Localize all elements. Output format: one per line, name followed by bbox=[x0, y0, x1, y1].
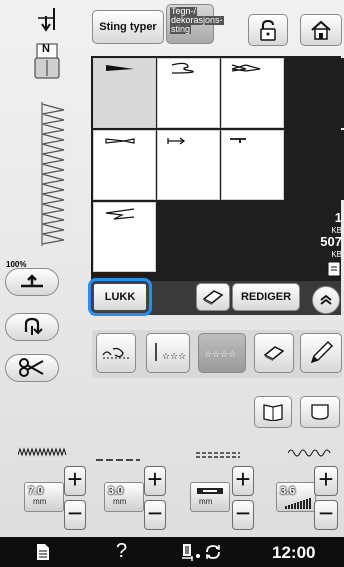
image-key-button[interactable] bbox=[96, 333, 136, 373]
length-value-display: 3.0 mm bbox=[104, 482, 144, 512]
pocket-icon bbox=[311, 404, 329, 420]
stitch-cell[interactable] bbox=[93, 202, 156, 272]
help-button[interactable]: ? bbox=[116, 540, 127, 563]
stitch-cell[interactable] bbox=[157, 130, 220, 200]
pencil-button[interactable] bbox=[300, 333, 342, 373]
stitch-cell[interactable] bbox=[93, 58, 156, 128]
width-value-display: 7.0 mm bbox=[24, 482, 64, 512]
category-line-3: sting bbox=[170, 24, 192, 34]
stitch-cell-empty bbox=[285, 58, 344, 128]
length-unit: mm bbox=[113, 497, 127, 506]
eraser-icon bbox=[263, 346, 285, 361]
home-icon bbox=[311, 20, 331, 40]
category-button[interactable]: Tegn-/ dekorasjons- sting bbox=[166, 4, 224, 44]
expand-button[interactable] bbox=[312, 286, 340, 314]
stitch-cell-empty bbox=[285, 130, 344, 200]
sync-icon[interactable] bbox=[204, 543, 222, 561]
loop-arrow-icon bbox=[24, 317, 43, 335]
stitch-types-label: Sting typer bbox=[99, 21, 157, 33]
thread-loop-icon bbox=[102, 347, 129, 359]
tension-preview-icon bbox=[196, 447, 240, 458]
edit-button[interactable]: REDIGER bbox=[232, 283, 300, 311]
pattern-eraser-button[interactable] bbox=[254, 333, 294, 373]
density-value: 3.6 bbox=[280, 485, 296, 497]
tension-unit: mm bbox=[199, 497, 213, 506]
eraser-icon bbox=[202, 290, 224, 305]
width-unit: mm bbox=[33, 497, 47, 506]
tension-value-display: mm bbox=[190, 482, 230, 512]
length-increase-button[interactable]: + bbox=[144, 466, 166, 496]
width-value: 7.0 bbox=[28, 485, 44, 497]
memory-free-value: 507 bbox=[320, 234, 342, 249]
needle-position-icon[interactable] bbox=[24, 4, 68, 38]
tension-bar-icon bbox=[197, 488, 223, 494]
eraser-button[interactable] bbox=[196, 283, 230, 311]
document-icon[interactable] bbox=[36, 543, 50, 561]
width-increase-button[interactable]: + bbox=[64, 466, 86, 496]
stitch-selection-grid bbox=[91, 56, 344, 281]
stitch-length-preview-icon bbox=[96, 450, 140, 461]
home-button[interactable] bbox=[300, 14, 342, 46]
length-value: 3.0 bbox=[108, 485, 124, 497]
tension-decrease-button[interactable]: − bbox=[232, 500, 254, 530]
lock-button[interactable] bbox=[248, 14, 288, 46]
chevron-up-icon bbox=[320, 294, 332, 305]
manual-button[interactable] bbox=[254, 396, 292, 428]
density-decrease-button[interactable]: − bbox=[314, 500, 338, 530]
density-level-icon bbox=[285, 498, 311, 509]
stitch-cell[interactable] bbox=[157, 58, 220, 128]
tension-increase-button[interactable]: + bbox=[232, 466, 254, 496]
mirror-pattern-button[interactable]: ☆☆☆☆ bbox=[198, 333, 246, 373]
padlock-icon bbox=[260, 19, 276, 41]
presser-foot-label: N bbox=[42, 43, 50, 55]
reverse-icon bbox=[21, 274, 43, 288]
memory-icon bbox=[326, 260, 342, 278]
memory-free-unit: KB bbox=[331, 250, 342, 259]
scissors-icon bbox=[19, 358, 44, 377]
density-increase-button[interactable]: + bbox=[314, 466, 338, 496]
pocket-button[interactable] bbox=[300, 396, 340, 428]
stitch-width-preview-icon bbox=[17, 446, 70, 458]
stitch-types-button[interactable]: Sting typer bbox=[92, 10, 164, 44]
width-decrease-button[interactable]: − bbox=[64, 500, 86, 530]
bobbin-wind-icon[interactable] bbox=[180, 542, 204, 562]
svg-text:☆☆☆☆: ☆☆☆☆ bbox=[204, 350, 236, 360]
thread-cutter-button[interactable] bbox=[5, 354, 59, 382]
stitch-cell[interactable] bbox=[93, 130, 156, 200]
stitch-cell[interactable] bbox=[221, 58, 284, 128]
stitch-cell[interactable] bbox=[221, 130, 284, 200]
close-button[interactable]: LUKK bbox=[88, 278, 152, 316]
edit-button-label: REDIGER bbox=[240, 291, 292, 303]
stars-row-icon: ☆☆☆☆ bbox=[204, 350, 236, 360]
stitch-preview-icon bbox=[38, 100, 74, 248]
close-button-label: LUKK bbox=[104, 291, 136, 303]
twin-needle-button[interactable]: ☆☆☆ bbox=[146, 333, 190, 373]
reverse-stitch-button[interactable] bbox=[5, 268, 59, 296]
density-value-display: 3.6 bbox=[276, 482, 316, 512]
auto-lock-button[interactable] bbox=[5, 313, 59, 341]
needle-stars-icon: ☆☆☆ bbox=[155, 343, 186, 362]
presser-foot-icon: N bbox=[32, 42, 62, 82]
status-bar: ? 12:00 bbox=[0, 537, 344, 567]
density-preview-icon bbox=[287, 446, 332, 458]
length-decrease-button[interactable]: − bbox=[144, 500, 166, 530]
svg-text:☆☆☆: ☆☆☆ bbox=[162, 352, 186, 362]
book-icon bbox=[263, 404, 283, 421]
memory-used-value: 1 bbox=[334, 210, 342, 225]
clock-time: 12:00 bbox=[272, 543, 316, 562]
pencil-icon bbox=[310, 341, 333, 364]
